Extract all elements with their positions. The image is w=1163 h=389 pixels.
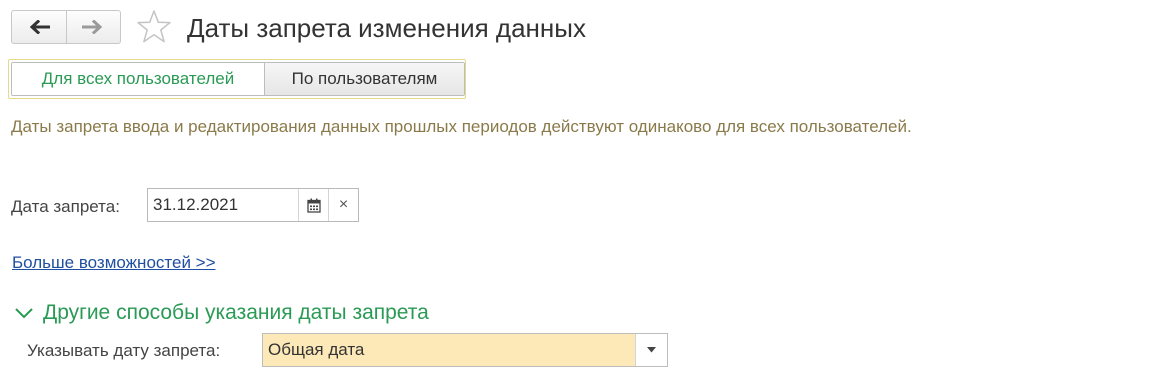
mode-tabs-frame: Для всех пользователей По пользователям xyxy=(8,59,466,99)
page-title: Даты запрета изменения данных xyxy=(187,13,586,43)
info-text: Даты запрета ввода и редактирования данн… xyxy=(11,117,912,136)
more-options-link[interactable]: Больше возможностей >> xyxy=(12,252,216,274)
mode-tabs: Для всех пользователей По пользователям xyxy=(11,62,465,96)
dropdown-button[interactable] xyxy=(635,334,667,366)
calendar-button[interactable] xyxy=(298,189,328,221)
calendar-icon xyxy=(306,198,321,213)
tab-all-users[interactable]: Для всех пользователей xyxy=(12,63,264,95)
chevron-down-icon xyxy=(15,308,33,319)
mode-select[interactable]: Общая дата xyxy=(262,333,668,367)
date-field: × xyxy=(147,188,359,222)
mode-label: Указывать дату запрета: xyxy=(27,341,221,360)
arrow-right-icon xyxy=(82,20,103,34)
date-input[interactable] xyxy=(148,189,298,221)
triangle-down-icon xyxy=(647,347,656,353)
group-header[interactable]: Другие способы указания даты запрета xyxy=(13,299,429,327)
date-label: Дата запрета: xyxy=(11,197,120,216)
form-window: Даты запрета изменения данных Для всех п… xyxy=(0,0,1163,389)
clear-button[interactable]: × xyxy=(328,189,358,221)
tab-by-users[interactable]: По пользователям xyxy=(264,63,464,95)
group-title: Другие способы указания даты запрета xyxy=(43,301,429,324)
mode-value: Общая дата xyxy=(263,334,635,366)
forward-button[interactable] xyxy=(65,11,121,43)
navigation-buttons xyxy=(11,10,121,44)
back-button[interactable] xyxy=(12,11,66,43)
star-icon[interactable] xyxy=(136,9,172,45)
close-icon: × xyxy=(338,196,349,213)
arrow-left-icon xyxy=(29,20,50,34)
